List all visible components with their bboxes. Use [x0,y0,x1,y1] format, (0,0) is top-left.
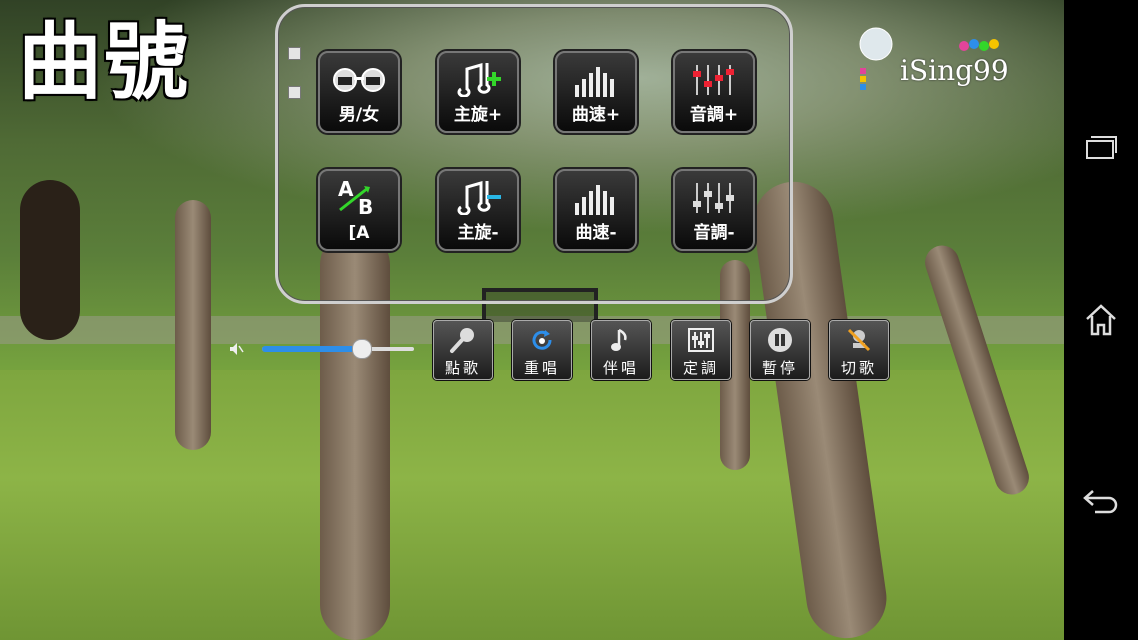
microphone-icon [448,325,478,355]
page-dot[interactable] [288,47,301,60]
skip-song-label: 切歌 [840,359,877,377]
pause-button[interactable]: 暫停 [750,320,810,380]
resing-label: 重唱 [523,359,560,377]
music-note-icon [606,325,636,355]
pause-icon [765,325,795,355]
resing-button[interactable]: 重唱 [512,320,572,380]
volume-knob[interactable] [352,339,372,359]
volume-mute-icon[interactable] [228,341,244,357]
key-setting-label: 定調 [682,359,719,377]
home-icon[interactable] [1081,300,1121,340]
male-female-label: 男/女 [338,105,380,125]
pitch-down-button[interactable]: 音調- [673,169,755,251]
skip-song-button[interactable]: 切歌 [829,320,889,380]
panel-page-indicator [288,47,302,125]
pitch-sliders-icon [675,61,753,99]
song-request-button[interactable]: 點歌 [433,320,493,380]
key-setting-button[interactable]: 定調 [671,320,731,380]
melody-plus-icon [439,61,517,99]
ab-switch-button[interactable]: AB [A [318,169,400,251]
equalizer-icon [686,325,716,355]
tree-trunk [20,180,80,340]
tempo-down-label: 曲速- [575,223,617,243]
page-dot[interactable] [288,86,301,99]
tempo-bars-icon [557,179,635,217]
tempo-bars-icon [557,61,635,99]
ising99-logo: iSing99 [856,26,1046,96]
pitch-up-button[interactable]: 音調+ [673,51,755,133]
melody-up-label: 主旋+ [453,105,503,125]
tempo-up-label: 曲速+ [571,105,621,125]
melody-down-label: 主旋- [457,223,499,243]
tempo-up-button[interactable]: 曲速+ [555,51,637,133]
ab-switch-label: [A [348,223,370,243]
ab-switch-icon: AB [320,178,398,218]
logo-brand-text: iSing99 [900,54,1009,87]
pause-label: 暫停 [761,359,798,377]
control-panel [275,4,793,304]
recent-apps-icon[interactable] [1081,127,1121,167]
glasses-icon [320,61,398,99]
tempo-down-button[interactable]: 曲速- [555,169,637,251]
melody-down-button[interactable]: 主旋- [437,169,519,251]
lawn [0,370,1064,640]
tree-trunk [175,200,211,450]
melody-minus-icon [439,179,517,217]
pitch-down-label: 音調- [693,223,735,243]
accompaniment-label: 伴唱 [602,359,639,377]
pitch-up-label: 音調+ [689,105,739,125]
song-number-title: 曲號 [18,13,191,111]
pitch-sliders-icon [675,179,753,217]
melody-up-button[interactable]: 主旋+ [437,51,519,133]
volume-slider[interactable] [262,339,414,359]
back-icon[interactable] [1081,480,1121,520]
volume-fill [262,346,361,352]
svg-text:A: A [338,178,354,201]
male-female-button[interactable]: 男/女 [318,51,400,133]
system-navigation-bar [1064,0,1138,640]
skip-song-icon [844,325,874,355]
accompaniment-button[interactable]: 伴唱 [591,320,651,380]
svg-text:B: B [358,195,373,218]
song-request-label: 點歌 [444,359,481,377]
replay-icon [527,325,557,355]
